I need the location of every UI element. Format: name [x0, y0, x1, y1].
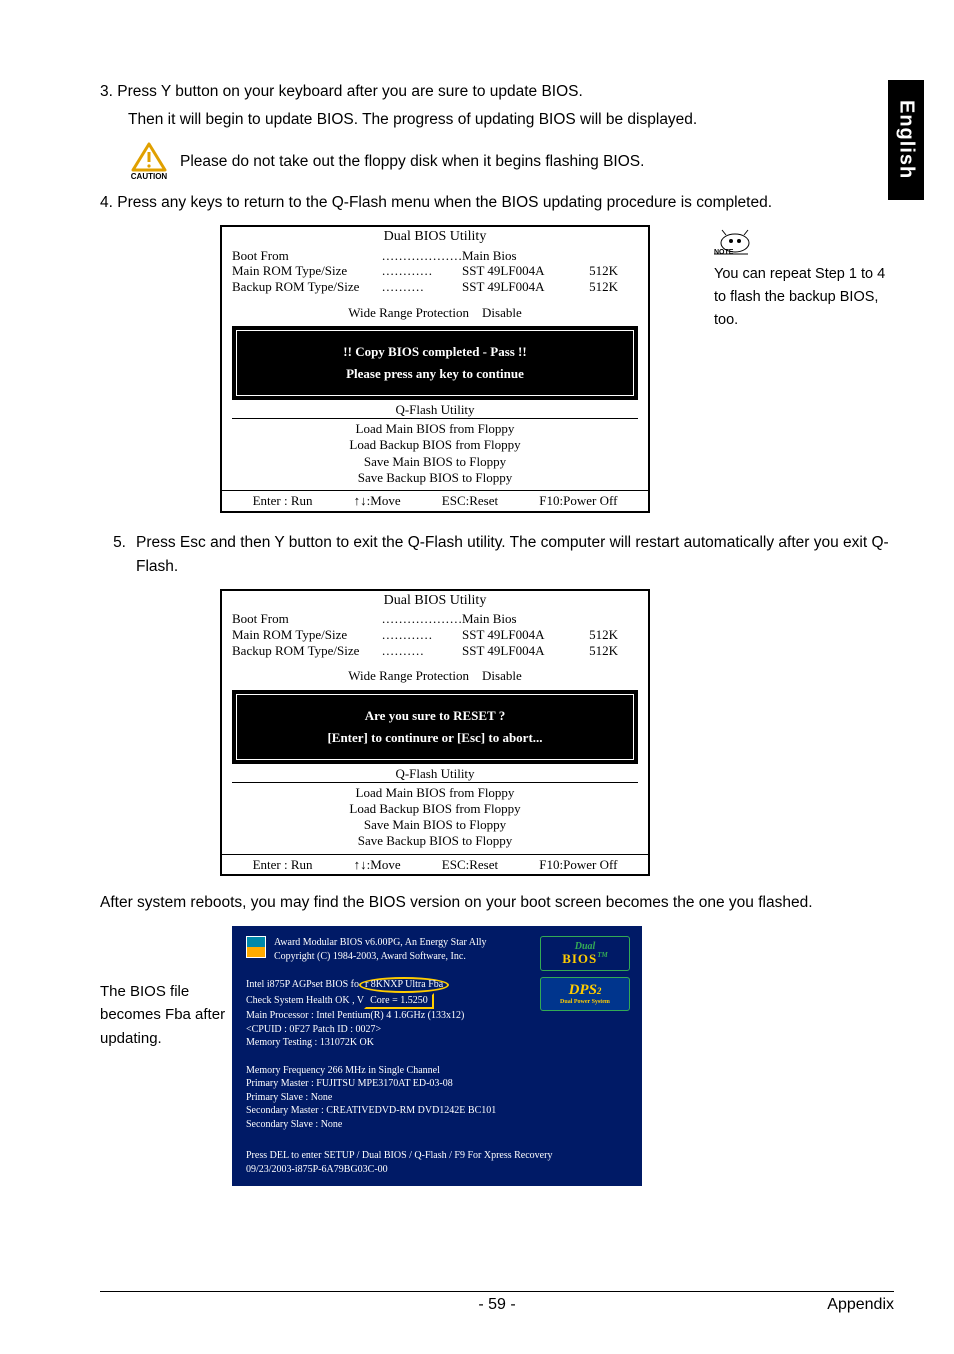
qf-item: Load Backup BIOS from Floppy: [232, 437, 638, 453]
bios-footer: Enter : Run ↑↓:Move ESC:Reset F10:Power …: [222, 854, 648, 875]
backup-rom-label: Backup ROM Type/Size: [232, 279, 382, 295]
dual-bios-logo: Dual BIOSTM: [540, 936, 630, 971]
boot-from-value: Main Bios: [462, 611, 572, 627]
main-rom-size: 512K: [589, 627, 638, 643]
qf-item: Save Backup BIOS to Floppy: [232, 833, 638, 849]
message-frame-2: Are you sure to RESET ? [Enter] to conti…: [232, 690, 638, 764]
step3-line2: Then it will begin to update BIOS. The p…: [128, 108, 894, 132]
msg2-l2: [Enter] to continure or [Esc] to abort..…: [243, 727, 627, 749]
qf-item: Load Main BIOS from Floppy: [232, 782, 638, 801]
footer-move: ↑↓:Move: [354, 857, 401, 873]
boot-screen: Dual BIOSTM DPS2 Dual Power System Award…: [232, 926, 642, 1186]
main-rom-size: 512K: [589, 263, 638, 279]
footer-enter: Enter : Run: [253, 493, 313, 509]
main-rom-value: SST 49LF004A: [462, 263, 572, 279]
boot-l3: Main Processor : Intel Pentium(R) 4 1.6G…: [246, 1009, 628, 1023]
bios-footer: Enter : Run ↑↓:Move ESC:Reset F10:Power …: [222, 490, 648, 511]
main-rom-value: SST 49LF004A: [462, 627, 572, 643]
qf-menu: Load Main BIOS from Floppy Load Backup B…: [222, 418, 648, 490]
footer-enter: Enter : Run: [253, 857, 313, 873]
award-line1: Award Modular BIOS v6.00PG, An Energy St…: [274, 936, 487, 950]
footer-esc: ESC:Reset: [442, 493, 498, 509]
wrp: Wide Range Protection Disable: [222, 305, 648, 321]
dps-logo: DPS2 Dual Power System: [540, 977, 630, 1010]
qf-title: Q-Flash Utility: [222, 402, 648, 418]
qf-item: Save Backup BIOS to Floppy: [232, 470, 638, 486]
boot-l1a: Intel i875P AGPset BIOS fo: [246, 979, 359, 990]
step3-line1: 3. Press Y button on your keyboard after…: [100, 80, 894, 104]
qf-item: Save Main BIOS to Floppy: [232, 454, 638, 470]
boot-m2: Primary Master : FUJITSU MPE3170AT ED-03…: [246, 1077, 628, 1091]
wrp: Wide Range Protection Disable: [222, 668, 648, 684]
backup-rom-value: SST 49LF004A: [462, 279, 572, 295]
caution-label: CAUTION: [131, 172, 167, 181]
dots: .......................: [382, 248, 462, 264]
caution-icon: CAUTION: [128, 142, 170, 181]
bios-title: Dual BIOS Utility: [222, 593, 648, 610]
boot-from-label: Boot From: [232, 248, 382, 264]
boot-l4: <CPUID : 0F27 Patch ID : 0027>: [246, 1023, 628, 1037]
section-name: Appendix: [827, 1296, 894, 1314]
page-number: - 59 -: [478, 1296, 515, 1314]
qf-item: Load Backup BIOS from Floppy: [232, 801, 638, 817]
boot-b1: Press DEL to enter SETUP / Dual BIOS / Q…: [246, 1149, 628, 1163]
backup-rom-size: 512K: [589, 643, 638, 659]
after-text: After system reboots, you may find the B…: [100, 894, 894, 912]
award-line2: Copyright (C) 1984-2003, Award Software,…: [274, 950, 487, 964]
main-rom-label: Main ROM Type/Size: [232, 627, 382, 643]
boot-from-label: Boot From: [232, 611, 382, 627]
footer-f10: F10:Power Off: [539, 493, 617, 509]
note-text: You can repeat Step 1 to 4 to flash the …: [714, 263, 894, 333]
caution-row: CAUTION Please do not take out the flopp…: [128, 142, 894, 181]
step5-text: Press Esc and then Y button to exit the …: [136, 531, 894, 579]
boot-m1: Memory Frequency 266 MHz in Single Chann…: [246, 1064, 628, 1078]
qf-title: Q-Flash Utility: [222, 766, 648, 782]
language-tab: English: [888, 80, 924, 200]
qf-menu: Load Main BIOS from Floppy Load Backup B…: [222, 782, 648, 854]
caution-text: Please do not take out the floppy disk w…: [180, 153, 644, 171]
backup-rom-size: 512K: [589, 279, 638, 295]
backup-rom-value: SST 49LF004A: [462, 643, 572, 659]
boot-l5: Memory Testing : 131072K OK: [246, 1036, 628, 1050]
bios-version-circled: r 8KNXP Ultra Fba: [359, 977, 449, 993]
msg1-l1: !! Copy BIOS completed - Pass !!: [243, 341, 627, 363]
note-side: NOTE You can repeat Step 1 to 4 to flash…: [714, 225, 894, 333]
bios-screen-1: Dual BIOS Utility Boot From ............…: [220, 225, 650, 513]
msg1-l2: Please press any key to continue: [243, 363, 627, 385]
footer-esc: ESC:Reset: [442, 857, 498, 873]
bios-screen-2: Dual BIOS Utility Boot From ............…: [220, 589, 650, 877]
dots: ..........: [382, 279, 462, 295]
svg-text:NOTE: NOTE: [714, 249, 734, 255]
msg2-l1: Are you sure to RESET ?: [243, 705, 627, 727]
bios-title: Dual BIOS Utility: [222, 229, 648, 246]
step5-num: 5.: [100, 531, 136, 579]
page-footer: - 59 - Appendix: [100, 1291, 894, 1314]
footer-f10: F10:Power Off: [539, 857, 617, 873]
award-icon: [246, 936, 266, 958]
boot-m3: Primary Slave : None: [246, 1091, 628, 1105]
boot-from-value: Main Bios: [462, 248, 572, 264]
boot-b2: 09/23/2003-i875P-6A79BG03C-00: [246, 1163, 628, 1177]
boot-m5: Secondary Slave : None: [246, 1118, 628, 1132]
qf-item: Save Main BIOS to Floppy: [232, 817, 638, 833]
boot-l2a: Check System Health OK , V: [246, 995, 364, 1006]
dots: ............: [382, 263, 462, 279]
main-rom-label: Main ROM Type/Size: [232, 263, 382, 279]
vcore-underline: Core = 1.5250: [364, 993, 434, 1009]
footer-move: ↑↓:Move: [354, 493, 401, 509]
step5: 5. Press Esc and then Y button to exit t…: [100, 531, 894, 579]
note-icon: NOTE: [714, 225, 894, 255]
boot-m4: Secondary Master : CREATIVEDVD-RM DVD124…: [246, 1104, 628, 1118]
language-tab-label: English: [895, 100, 918, 179]
boot-note: The BIOS file becomes Fba after updating…: [100, 926, 230, 1050]
backup-rom-label: Backup ROM Type/Size: [232, 643, 382, 659]
message-frame-1: !! Copy BIOS completed - Pass !! Please …: [232, 326, 638, 400]
qf-item: Load Main BIOS from Floppy: [232, 418, 638, 437]
step4: 4. Press any keys to return to the Q-Fla…: [100, 191, 894, 215]
